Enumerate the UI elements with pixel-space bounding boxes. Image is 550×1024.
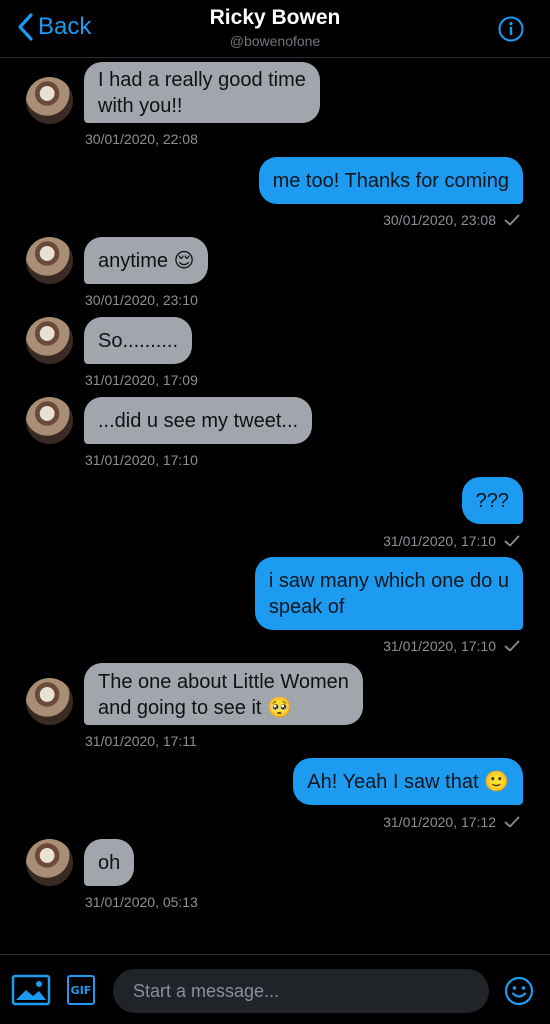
message-text: me too! Thanks for coming: [272, 169, 509, 192]
message-text: i saw many which one do u: [268, 570, 509, 592]
message-text: speak of: [268, 596, 345, 618]
message-text: The one about Little Women: [98, 671, 349, 693]
incoming-message-bubble[interactable]: ...did u see my tweet...: [84, 397, 313, 444]
message-timestamp: 31/01/2020, 17:11: [85, 733, 197, 749]
message-text: with you!!: [98, 95, 183, 117]
info-icon[interactable]: [498, 16, 524, 42]
message-timestamp: 31/01/2020, 17:10: [85, 452, 198, 468]
contact-avatar[interactable]: [26, 678, 73, 725]
incoming-message-bubble[interactable]: I had a really good time with you!!: [84, 62, 320, 123]
contact-avatar[interactable]: [26, 77, 73, 124]
contact-name: Ricky Bowen: [209, 6, 341, 29]
message-text: So..........: [98, 329, 179, 352]
message-text: ...did u see my tweet...: [98, 409, 299, 432]
incoming-message-bubble[interactable]: anytime 😌: [84, 237, 209, 284]
sent-check-icon: [504, 816, 520, 828]
conversation-header: Back Ricky Bowen @bowenofone: [0, 0, 550, 58]
message-timestamp: 30/01/2020, 22:08: [85, 131, 198, 147]
message-input-placeholder: Start a message...: [133, 980, 280, 1001]
emoji-icon[interactable]: [504, 976, 534, 1006]
outgoing-message-bubble[interactable]: i saw many which one do u speak of: [254, 557, 523, 630]
outgoing-message-bubble[interactable]: me too! Thanks for coming: [258, 157, 523, 204]
message-text: Ah! Yeah I saw that 🙂: [307, 770, 509, 793]
message-timestamp: 31/01/2020, 17:12: [383, 814, 496, 830]
message-text: anytime 😌: [98, 249, 195, 272]
contact-avatar[interactable]: [26, 839, 73, 886]
message-timestamp: 31/01/2020, 05:13: [85, 894, 198, 910]
gif-button[interactable]: GIF: [67, 975, 95, 1005]
conversation-title: Ricky Bowen @bowenofone: [0, 6, 550, 49]
message-timestamp: 31/01/2020, 17:10: [383, 533, 496, 549]
gif-label: GIF: [70, 983, 92, 997]
contact-avatar[interactable]: [26, 237, 73, 284]
message-text: ???: [475, 489, 509, 512]
message-input[interactable]: Start a message...: [113, 969, 489, 1013]
message-timestamp: 30/01/2020, 23:08: [383, 212, 496, 228]
message-timestamp: 30/01/2020, 23:10: [85, 292, 198, 308]
contact-handle: @bowenofone: [229, 33, 321, 49]
incoming-message-bubble[interactable]: The one about Little Women and going to …: [84, 663, 363, 725]
sent-check-icon: [504, 535, 520, 547]
incoming-message-bubble[interactable]: oh: [84, 839, 135, 886]
message-text: and going to see it 🥺: [98, 697, 292, 719]
sent-check-icon: [504, 640, 520, 652]
message-composer: GIF Start a message...: [0, 954, 550, 1024]
message-text: I had a really good time: [98, 69, 306, 91]
incoming-message-bubble[interactable]: So..........: [84, 317, 193, 364]
message-timestamp: 31/01/2020, 17:10: [383, 638, 496, 654]
contact-avatar[interactable]: [26, 397, 73, 444]
image-icon[interactable]: [11, 974, 51, 1006]
message-timestamp: 31/01/2020, 17:09: [85, 372, 198, 388]
outgoing-message-bubble[interactable]: Ah! Yeah I saw that 🙂: [293, 758, 523, 805]
outgoing-message-bubble[interactable]: ???: [461, 477, 523, 524]
contact-avatar[interactable]: [26, 317, 73, 364]
message-text: oh: [98, 851, 121, 874]
sent-check-icon: [504, 214, 520, 226]
